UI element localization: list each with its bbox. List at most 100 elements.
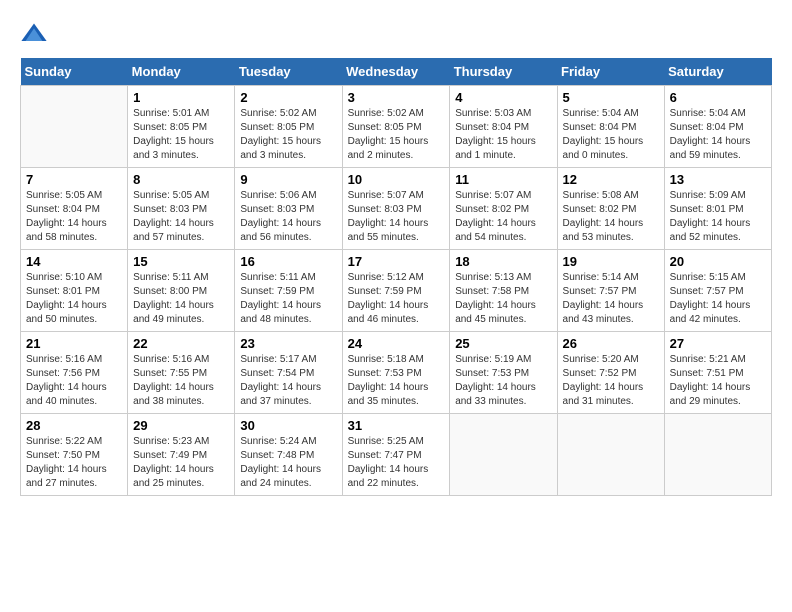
calendar-cell: 2Sunrise: 5:02 AM Sunset: 8:05 PM Daylig… <box>235 86 342 168</box>
day-number: 6 <box>670 90 766 105</box>
day-number: 25 <box>455 336 551 351</box>
calendar-cell <box>557 414 664 496</box>
day-info: Sunrise: 5:14 AM Sunset: 7:57 PM Dayligh… <box>563 271 659 327</box>
day-number: 26 <box>563 336 659 351</box>
weekday-header-tuesday: Tuesday <box>235 58 342 86</box>
day-number: 15 <box>133 254 229 269</box>
day-number: 1 <box>133 90 229 105</box>
day-info: Sunrise: 5:25 AM Sunset: 7:47 PM Dayligh… <box>348 435 445 491</box>
day-info: Sunrise: 5:22 AM Sunset: 7:50 PM Dayligh… <box>26 435 122 491</box>
calendar-week-row: 21 Sunrise: 5:16 AM Sunset: 7:56 PM Dayli… <box>21 332 772 414</box>
day-info: Sunrise: 5:02 AM Sunset: 8:05 PM Dayligh… <box>240 107 336 163</box>
calendar-cell: 27 Sunrise: 5:21 AM Sunset: 7:51 PM Dayli… <box>664 332 771 414</box>
day-info: Sunrise: 5:11 AM Sunset: 8:00 PM Dayligh… <box>133 271 229 327</box>
calendar-cell: 30Sunrise: 5:24 AM Sunset: 7:48 PM Dayli… <box>235 414 342 496</box>
calendar-cell: 19 Sunrise: 5:14 AM Sunset: 7:57 PM Dayli… <box>557 250 664 332</box>
weekday-header-saturday: Saturday <box>664 58 771 86</box>
calendar-cell: 1 Sunrise: 5:01 AM Sunset: 8:05 PM Daylig… <box>128 86 235 168</box>
calendar-cell: 29Sunrise: 5:23 AM Sunset: 7:49 PM Dayli… <box>128 414 235 496</box>
page-header <box>20 20 772 48</box>
day-number: 7 <box>26 172 122 187</box>
calendar-cell <box>664 414 771 496</box>
calendar-cell: 10 Sunrise: 5:07 AM Sunset: 8:03 PM Dayli… <box>342 168 450 250</box>
calendar-cell: 13Sunrise: 5:09 AM Sunset: 8:01 PM Dayli… <box>664 168 771 250</box>
day-info: Sunrise: 5:05 AM Sunset: 8:04 PM Dayligh… <box>26 189 122 245</box>
day-info: Sunrise: 5:23 AM Sunset: 7:49 PM Dayligh… <box>133 435 229 491</box>
calendar-cell: 31 Sunrise: 5:25 AM Sunset: 7:47 PM Dayli… <box>342 414 450 496</box>
calendar-cell: 8 Sunrise: 5:05 AM Sunset: 8:03 PM Daylig… <box>128 168 235 250</box>
day-number: 3 <box>348 90 445 105</box>
day-number: 19 <box>563 254 659 269</box>
calendar-cell: 3 Sunrise: 5:02 AM Sunset: 8:05 PM Daylig… <box>342 86 450 168</box>
calendar-cell: 7 Sunrise: 5:05 AM Sunset: 8:04 PM Daylig… <box>21 168 128 250</box>
day-info: Sunrise: 5:19 AM Sunset: 7:53 PM Dayligh… <box>455 353 551 409</box>
day-number: 21 <box>26 336 122 351</box>
logo <box>20 20 52 48</box>
calendar-cell <box>450 414 557 496</box>
calendar-cell: 20 Sunrise: 5:15 AM Sunset: 7:57 PM Dayli… <box>664 250 771 332</box>
day-info: Sunrise: 5:01 AM Sunset: 8:05 PM Dayligh… <box>133 107 229 163</box>
logo-icon <box>20 20 48 48</box>
day-info: Sunrise: 5:07 AM Sunset: 8:02 PM Dayligh… <box>455 189 551 245</box>
calendar-cell: 9 Sunrise: 5:06 AM Sunset: 8:03 PM Daylig… <box>235 168 342 250</box>
day-number: 22 <box>133 336 229 351</box>
day-number: 31 <box>348 418 445 433</box>
day-number: 28 <box>26 418 122 433</box>
day-number: 9 <box>240 172 336 187</box>
day-info: Sunrise: 5:04 AM Sunset: 8:04 PM Dayligh… <box>563 107 659 163</box>
calendar-cell: 16 Sunrise: 5:11 AM Sunset: 7:59 PM Dayli… <box>235 250 342 332</box>
calendar-cell: 23Sunrise: 5:17 AM Sunset: 7:54 PM Dayli… <box>235 332 342 414</box>
calendar-cell: 11Sunrise: 5:07 AM Sunset: 8:02 PM Dayli… <box>450 168 557 250</box>
day-info: Sunrise: 5:05 AM Sunset: 8:03 PM Dayligh… <box>133 189 229 245</box>
day-number: 18 <box>455 254 551 269</box>
day-info: Sunrise: 5:16 AM Sunset: 7:56 PM Dayligh… <box>26 353 122 409</box>
calendar-cell: 25 Sunrise: 5:19 AM Sunset: 7:53 PM Dayli… <box>450 332 557 414</box>
day-number: 20 <box>670 254 766 269</box>
day-info: Sunrise: 5:02 AM Sunset: 8:05 PM Dayligh… <box>348 107 445 163</box>
day-number: 12 <box>563 172 659 187</box>
calendar-cell: 4 Sunrise: 5:03 AM Sunset: 8:04 PM Daylig… <box>450 86 557 168</box>
day-info: Sunrise: 5:06 AM Sunset: 8:03 PM Dayligh… <box>240 189 336 245</box>
calendar-cell: 24 Sunrise: 5:18 AM Sunset: 7:53 PM Dayli… <box>342 332 450 414</box>
day-number: 30 <box>240 418 336 433</box>
weekday-header-sunday: Sunday <box>21 58 128 86</box>
day-info: Sunrise: 5:03 AM Sunset: 8:04 PM Dayligh… <box>455 107 551 163</box>
day-number: 5 <box>563 90 659 105</box>
day-number: 27 <box>670 336 766 351</box>
calendar-table: SundayMondayTuesdayWednesdayThursdayFrid… <box>20 58 772 496</box>
day-info: Sunrise: 5:11 AM Sunset: 7:59 PM Dayligh… <box>240 271 336 327</box>
day-info: Sunrise: 5:07 AM Sunset: 8:03 PM Dayligh… <box>348 189 445 245</box>
day-info: Sunrise: 5:13 AM Sunset: 7:58 PM Dayligh… <box>455 271 551 327</box>
day-info: Sunrise: 5:12 AM Sunset: 7:59 PM Dayligh… <box>348 271 445 327</box>
day-number: 14 <box>26 254 122 269</box>
day-info: Sunrise: 5:17 AM Sunset: 7:54 PM Dayligh… <box>240 353 336 409</box>
weekday-header-wednesday: Wednesday <box>342 58 450 86</box>
calendar-cell: 21 Sunrise: 5:16 AM Sunset: 7:56 PM Dayli… <box>21 332 128 414</box>
day-info: Sunrise: 5:21 AM Sunset: 7:51 PM Dayligh… <box>670 353 766 409</box>
day-number: 10 <box>348 172 445 187</box>
calendar-cell: 28 Sunrise: 5:22 AM Sunset: 7:50 PM Dayli… <box>21 414 128 496</box>
calendar-cell: 14Sunrise: 5:10 AM Sunset: 8:01 PM Dayli… <box>21 250 128 332</box>
calendar-cell: 22Sunrise: 5:16 AM Sunset: 7:55 PM Dayli… <box>128 332 235 414</box>
day-number: 24 <box>348 336 445 351</box>
calendar-week-row: 7 Sunrise: 5:05 AM Sunset: 8:04 PM Daylig… <box>21 168 772 250</box>
weekday-header-thursday: Thursday <box>450 58 557 86</box>
weekday-header-friday: Friday <box>557 58 664 86</box>
day-info: Sunrise: 5:18 AM Sunset: 7:53 PM Dayligh… <box>348 353 445 409</box>
calendar-cell: 12Sunrise: 5:08 AM Sunset: 8:02 PM Dayli… <box>557 168 664 250</box>
day-number: 4 <box>455 90 551 105</box>
calendar-cell: 18 Sunrise: 5:13 AM Sunset: 7:58 PM Dayli… <box>450 250 557 332</box>
calendar-week-row: 28 Sunrise: 5:22 AM Sunset: 7:50 PM Dayli… <box>21 414 772 496</box>
calendar-cell: 6 Sunrise: 5:04 AM Sunset: 8:04 PM Daylig… <box>664 86 771 168</box>
weekday-header-row: SundayMondayTuesdayWednesdayThursdayFrid… <box>21 58 772 86</box>
day-info: Sunrise: 5:20 AM Sunset: 7:52 PM Dayligh… <box>563 353 659 409</box>
day-number: 16 <box>240 254 336 269</box>
day-number: 8 <box>133 172 229 187</box>
weekday-header-monday: Monday <box>128 58 235 86</box>
day-info: Sunrise: 5:15 AM Sunset: 7:57 PM Dayligh… <box>670 271 766 327</box>
calendar-week-row: 1 Sunrise: 5:01 AM Sunset: 8:05 PM Daylig… <box>21 86 772 168</box>
calendar-cell <box>21 86 128 168</box>
day-info: Sunrise: 5:04 AM Sunset: 8:04 PM Dayligh… <box>670 107 766 163</box>
calendar-cell: 17Sunrise: 5:12 AM Sunset: 7:59 PM Dayli… <box>342 250 450 332</box>
calendar-cell: 26 Sunrise: 5:20 AM Sunset: 7:52 PM Dayli… <box>557 332 664 414</box>
